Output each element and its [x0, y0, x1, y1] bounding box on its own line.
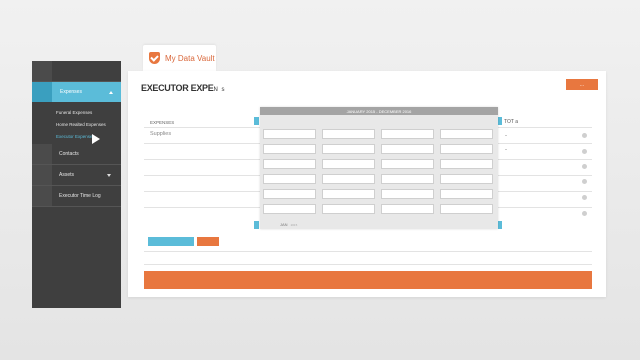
row-status-dot[interactable]	[582, 133, 587, 138]
month-input[interactable]	[263, 204, 316, 214]
month-input[interactable]	[263, 144, 316, 154]
add-expense-button[interactable]	[148, 237, 194, 246]
month-input[interactable]	[381, 144, 434, 154]
month-cell-grid	[263, 129, 493, 214]
sidebar-item-label: Expenses	[60, 89, 82, 95]
overlay-header: JANUARY 2015 - DECEMBER 2016	[260, 107, 498, 115]
month-input[interactable]	[381, 204, 434, 214]
month-input[interactable]	[263, 129, 316, 139]
row-status-dot[interactable]	[582, 164, 587, 169]
sidebar-item-contacts[interactable]: Contacts	[32, 144, 121, 164]
chevron-down-icon	[107, 173, 111, 177]
shield-check-icon	[149, 52, 160, 64]
cancel-button[interactable]	[197, 237, 219, 246]
month-input[interactable]	[381, 159, 434, 169]
row-status-dot[interactable]	[582, 195, 587, 200]
row-status-dot[interactable]	[582, 149, 587, 154]
month-input[interactable]	[440, 159, 493, 169]
month-input[interactable]	[440, 204, 493, 214]
sidebar-subitem-executor-expenses[interactable]: Executor Expenses	[32, 130, 121, 142]
handle-marker	[254, 117, 259, 125]
sidebar-subitem-funeral-expenses[interactable]: Funeral Expenses	[32, 106, 121, 118]
table-row-label: Supplies	[150, 131, 172, 137]
sidebar: Expenses Funeral Expenses Home Realted E…	[32, 61, 121, 308]
table-row-value: -	[505, 147, 507, 153]
column-header-total: TOT a	[504, 119, 518, 125]
table-row-value: -	[505, 133, 507, 139]
month-input[interactable]	[263, 174, 316, 184]
overlay-footer: JAN 2015	[280, 222, 298, 227]
top-action-button[interactable]: ...	[566, 79, 598, 90]
month-input[interactable]	[440, 174, 493, 184]
month-input[interactable]	[381, 189, 434, 199]
month-input[interactable]	[322, 189, 375, 199]
sidebar-item-expenses[interactable]: Expenses	[52, 82, 121, 102]
sidebar-subitem-home-expenses[interactable]: Home Realted Expenses	[32, 118, 121, 130]
month-input[interactable]	[263, 189, 316, 199]
row-status-dot[interactable]	[582, 211, 587, 216]
sidebar-item-assets[interactable]: Assets	[32, 165, 121, 185]
row-status-dot[interactable]	[582, 179, 587, 184]
save-bar-button[interactable]	[144, 271, 592, 289]
month-input[interactable]	[322, 159, 375, 169]
page-title: EXECUTOR EXPEN s	[141, 83, 226, 93]
month-input[interactable]	[440, 144, 493, 154]
month-input[interactable]	[263, 159, 316, 169]
month-input[interactable]	[440, 129, 493, 139]
sidebar-top	[32, 61, 121, 81]
monthly-entry-overlay: JANUARY 2015 - DECEMBER 2016 JAN 2015	[260, 107, 498, 229]
vault-title: My Data Vault	[165, 53, 215, 63]
month-input[interactable]	[381, 129, 434, 139]
month-input[interactable]	[440, 189, 493, 199]
month-input[interactable]	[322, 174, 375, 184]
handle-marker	[254, 221, 259, 229]
sidebar-item-executor-time-log[interactable]: Executor Time Log	[32, 186, 121, 206]
month-input[interactable]	[322, 204, 375, 214]
column-header-expenses: EXPENSES	[150, 120, 175, 125]
play-icon	[92, 134, 100, 144]
vault-tab[interactable]: My Data Vault	[143, 45, 216, 71]
month-input[interactable]	[322, 144, 375, 154]
chevron-up-icon	[109, 90, 113, 94]
month-input[interactable]	[322, 129, 375, 139]
month-input[interactable]	[381, 174, 434, 184]
